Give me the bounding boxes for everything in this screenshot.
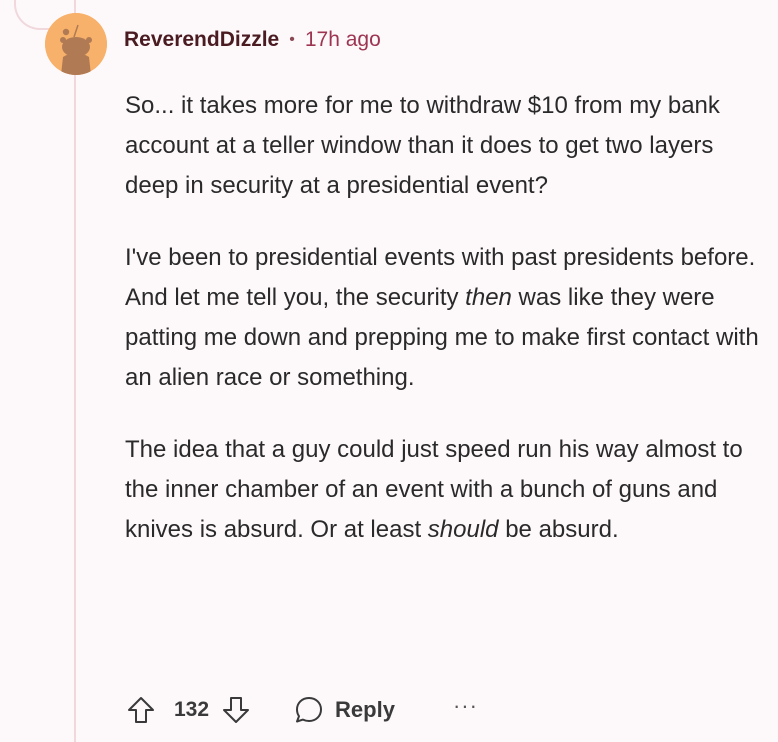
reply-label: Reply	[335, 697, 395, 722]
avatar[interactable]	[45, 13, 107, 75]
emphasized-text: should	[427, 516, 499, 543]
paragraph-text: So... it takes more for me to withdraw $…	[125, 92, 720, 199]
snoo-avatar-icon	[45, 13, 107, 75]
more-options-button[interactable]: ···	[453, 695, 478, 725]
upvote-button[interactable]	[124, 693, 158, 727]
speech-bubble-icon	[296, 697, 323, 723]
thread-line	[74, 0, 76, 742]
reply-button[interactable]: Reply	[293, 694, 395, 726]
arrow-down-outline-icon	[223, 697, 250, 723]
comment-timestamp[interactable]: 17h ago	[305, 28, 381, 52]
comment-paragraph: I've been to presidential events with pa…	[125, 238, 765, 398]
comment-header: ReverendDizzle • 17h ago	[124, 26, 381, 54]
comment-paragraph: So... it takes more for me to withdraw $…	[125, 86, 765, 206]
vote-count: 132	[174, 698, 210, 721]
paragraph-text: be absurd.	[498, 516, 619, 543]
comment-paragraph: The idea that a guy could just speed run…	[125, 430, 765, 550]
comment-author[interactable]: ReverendDizzle	[124, 28, 279, 52]
meta-separator: •	[289, 31, 295, 48]
comment-actions: 132 Reply ···	[124, 688, 478, 732]
comment-body: So... it takes more for me to withdraw $…	[125, 86, 765, 550]
arrow-up-outline-icon	[128, 697, 154, 723]
emphasized-text: then	[465, 284, 512, 311]
downvote-button[interactable]	[219, 693, 253, 727]
